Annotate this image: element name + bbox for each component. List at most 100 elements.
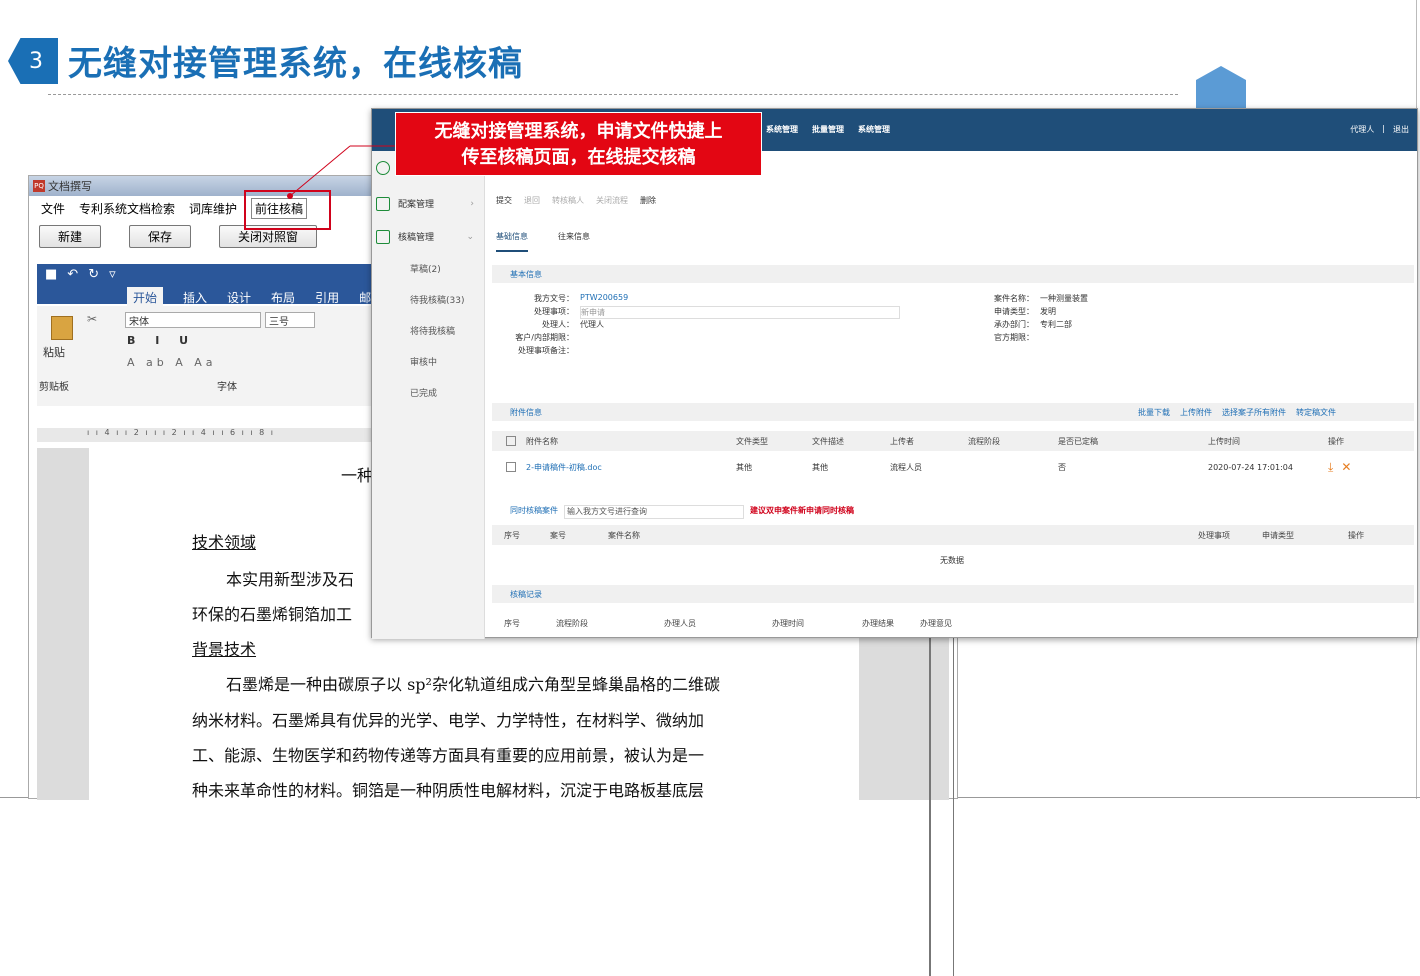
close-flow-button[interactable]: 关闭流程 xyxy=(596,195,628,206)
action-toolbar: 提交 退回 转核稿人 关闭流程 删除 xyxy=(496,195,656,206)
redo-icon[interactable]: ↻ xyxy=(88,267,99,282)
download-icon[interactable]: ⤓ xyxy=(1328,460,1333,475)
doc-line-8: 种未来革命性的材料。铜箔是一种阴质性电解材料，沉淀于电路板基底层 xyxy=(192,781,705,800)
nav-item-3[interactable]: 系统管理 xyxy=(858,124,890,135)
font-color-buttons[interactable]: A ab A Aa xyxy=(127,356,217,369)
submit-button[interactable]: 提交 xyxy=(496,195,512,206)
splitter-edge xyxy=(953,616,954,976)
new-button[interactable]: 新建 xyxy=(39,224,102,248)
upload-attachment-button[interactable]: 上传附件 xyxy=(1180,407,1212,418)
process-type-select[interactable]: 新申请 xyxy=(580,306,900,319)
info-row: 承办部门： 专利二部 xyxy=(994,320,1072,329)
doc-heading-partial: 一种 xyxy=(341,466,374,485)
divider: | xyxy=(1382,124,1385,133)
review-system-window: 系统管理 批量管理 系统管理 代理人 | 退出 配案管理 › 核稿管理 ⌄ 草稿… xyxy=(371,108,1419,639)
basic-info-header: 基本信息 xyxy=(492,265,1414,283)
basic-info-right: 案件名称： 一种测量装置 申请类型： 发明 承办部门： 专利二部 官方期限： xyxy=(952,293,1412,345)
sidebar-item-label: 核稿管理 xyxy=(398,233,435,243)
delete-icon[interactable]: ✕ xyxy=(1341,460,1351,474)
cut-icon[interactable]: ✂ xyxy=(87,312,97,326)
slide-number-badge: 3 xyxy=(8,38,58,84)
tab-correspondence[interactable]: 往来信息 xyxy=(558,231,590,252)
menu-file[interactable]: 文件 xyxy=(41,200,65,217)
menu-thesaurus[interactable]: 词库维护 xyxy=(189,200,237,217)
nav-item-1[interactable]: 系统管理 xyxy=(766,124,798,135)
system-main: 提交 退回 转核稿人 关闭流程 删除 基础信息 往来信息 基本信息 我方文号： P… xyxy=(486,151,1419,639)
delete-button[interactable]: 删除 xyxy=(640,195,656,206)
info-row: 处理人： 代理人 xyxy=(542,320,604,329)
highlight-box xyxy=(244,190,331,230)
tab-basic-info[interactable]: 基础信息 xyxy=(496,231,528,252)
tab-design[interactable]: 设计 xyxy=(227,289,251,306)
detail-tabs: 基础信息 往来信息 xyxy=(496,231,590,252)
attachment-grid-header: 附件名称 文件类型 文件描述 上传者 流程阶段 是否已定稿 上传时间 操作 xyxy=(492,431,1414,451)
user-area: 代理人 | 退出 xyxy=(1350,124,1409,135)
sidebar-sub-in-review[interactable]: 审核中 xyxy=(372,346,484,377)
undo-icon[interactable]: ↶ xyxy=(67,267,78,282)
select-all-checkbox[interactable] xyxy=(506,436,516,446)
basic-info-left: 我方文号： PTW200659 处理事项： 新申请 处理人： 代理人 客户/内部期限：… xyxy=(492,293,952,358)
batch-download-button[interactable]: 批量下载 xyxy=(1138,407,1170,418)
splitter[interactable] xyxy=(929,616,931,976)
paste-label[interactable]: 粘贴 xyxy=(43,344,65,360)
row-checkbox[interactable] xyxy=(506,462,516,472)
font-size-select[interactable]: 三号 xyxy=(265,312,315,328)
sidebar-sub-done[interactable]: 已完成 xyxy=(372,377,484,408)
word-window-title: 文档撰写 xyxy=(48,180,92,193)
user-name[interactable]: 代理人 xyxy=(1350,124,1374,135)
info-row: 案件名称： 一种测量装置 xyxy=(994,294,1088,303)
tab-layout[interactable]: 布局 xyxy=(271,289,295,306)
font-name-select[interactable]: 宋体 xyxy=(125,312,261,328)
tab-insert[interactable]: 插入 xyxy=(183,289,207,306)
convert-final-button[interactable]: 转定稿文件 xyxy=(1296,407,1336,418)
sidebar-sub-pending[interactable]: 待我核稿(33) xyxy=(372,284,484,315)
info-row: 处理事项： 新申请 xyxy=(492,306,952,319)
related-search-input[interactable]: 输入我方文号进行查询 xyxy=(564,505,744,519)
paste-icon[interactable] xyxy=(51,316,73,340)
sidebar-item-case-assign[interactable]: 配案管理 › xyxy=(372,187,484,220)
review-records-header: 核稿记录 xyxy=(492,585,1414,603)
doc-line-6: 纳米材料。石墨烯具有优异的光学、电学、力学特性，在材料学、微纳加 xyxy=(192,711,705,730)
edit-icon xyxy=(376,196,390,211)
table-row[interactable]: 2-申请稿件-初稿.doc 其他 其他 流程人员 否 2020-07-24 17… xyxy=(492,457,1414,477)
system-sidebar: 配案管理 › 核稿管理 ⌄ 草稿(2) 待我核稿(33) 将待我核稿 审核中 已… xyxy=(372,151,485,639)
logout-link[interactable]: 退出 xyxy=(1393,124,1409,135)
chevron-right-icon: › xyxy=(470,198,474,209)
title-divider xyxy=(48,94,1178,95)
nav-item-2[interactable]: 批量管理 xyxy=(812,124,844,135)
doc-line-5: 石墨烯是一种由碳原子以 sp²杂化轨道组成六角型呈蜂巢晶格的二维碳 xyxy=(226,675,720,694)
records-grid-header: 序号 流程阶段 办理人员 办理时间 办理结果 办理意见 xyxy=(492,613,1414,633)
callout-line-2: 传至核稿页面，在线提交核稿 xyxy=(461,147,696,168)
ruler[interactable]: ı ı 4 ı ı 2 ı ı ı 2 ı ı 4 ı ı 6 ı ı 8 ı xyxy=(37,428,389,442)
system-nav: 系统管理 批量管理 系统管理 xyxy=(766,124,890,135)
list-icon xyxy=(376,229,390,244)
info-row: 处理事项备注： xyxy=(518,346,574,355)
transfer-button[interactable]: 转核稿人 xyxy=(552,195,584,206)
doc-line-7: 工、能源、生物医学和药物传递等方面具有重要的应用前景，被认为是一 xyxy=(192,746,705,765)
ribbon-tabs: 开始 插入 设计 布局 引用 邮 xyxy=(37,286,371,306)
format-buttons[interactable]: B I U xyxy=(127,334,196,347)
select-all-attachments-button[interactable]: 选择案子所有附件 xyxy=(1222,407,1286,418)
sidebar-sub-upcoming[interactable]: 将待我核稿 xyxy=(372,315,484,346)
return-button[interactable]: 退回 xyxy=(524,195,540,206)
related-cases-bar: 同时核稿案件 输入我方文号进行查询 建议双申案件新申请同时核稿 xyxy=(492,505,1414,519)
save-icon[interactable]: ■ xyxy=(45,267,57,282)
doc-line-1: 技术领域 xyxy=(192,533,257,552)
ribbon-body: 粘贴 ✂ 宋体 三号 B I U A ab A Aa 剪贴板 字体 xyxy=(37,306,389,406)
sidebar-item-review[interactable]: 核稿管理 ⌄ xyxy=(372,220,484,253)
info-row: 申请类型： 发明 xyxy=(994,307,1056,316)
tab-mailings[interactable]: 邮 xyxy=(359,289,371,306)
save-button[interactable]: 保存 xyxy=(129,224,192,248)
attachment-link[interactable]: 2-申请稿件-初稿.doc xyxy=(516,462,736,473)
tab-home[interactable]: 开始 xyxy=(127,287,164,306)
tab-references[interactable]: 引用 xyxy=(315,289,339,306)
info-row: 客户/内部期限： xyxy=(515,333,574,342)
customize-icon[interactable]: ▿ xyxy=(109,267,116,282)
chevron-down-icon: ⌄ xyxy=(466,231,474,242)
menu-doc-search[interactable]: 专利系统文档检索 xyxy=(79,200,175,217)
sidebar-sub-drafts[interactable]: 草稿(2) xyxy=(372,253,484,284)
callout-box: 无缝对接管理系统，申请文件快捷上 传至核稿页面，在线提交核稿 xyxy=(395,112,762,176)
quick-access-toolbar: ■ ↶ ↻ ▿ xyxy=(37,264,116,284)
font-group-label: 字体 xyxy=(217,382,237,393)
sidebar-item-label: 配案管理 xyxy=(398,200,435,210)
